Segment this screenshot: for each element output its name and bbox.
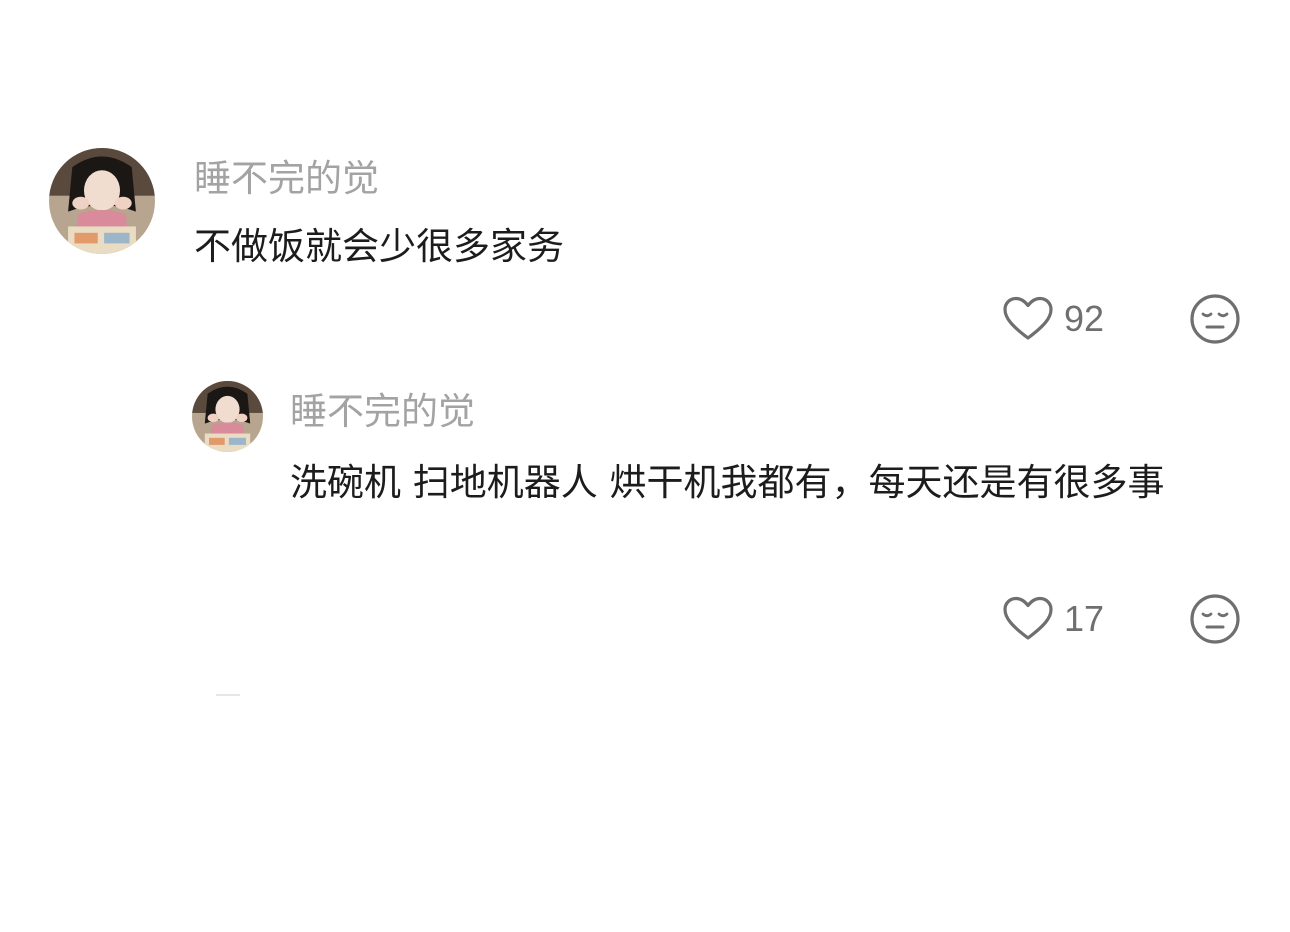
reply-username[interactable]: 睡不完的觉 — [290, 390, 475, 434]
heart-outline-icon[interactable] — [1002, 295, 1054, 343]
comment-username[interactable]: 睡不完的觉 — [194, 157, 379, 201]
like-count: 92 — [1064, 298, 1105, 339]
reply-text[interactable]: 洗碗机 扫地机器人 烘干机我都有，每天还是有很多事 — [290, 452, 1240, 514]
reply-like-button[interactable]: 17 — [1002, 593, 1104, 645]
comment-text[interactable]: 不做饭就会少很多家务 — [194, 216, 564, 278]
like-button[interactable]: 92 — [1002, 293, 1104, 345]
divider — [216, 694, 240, 696]
expressionless-face-icon[interactable] — [1189, 593, 1241, 645]
expressionless-face-icon[interactable] — [1189, 293, 1241, 345]
avatar[interactable] — [49, 148, 155, 254]
reply-like-count: 17 — [1064, 598, 1105, 639]
avatar-image — [192, 381, 263, 452]
reply-avatar[interactable] — [192, 381, 263, 452]
comment-thread: 睡不完的觉 不做饭就会少很多家务 92 睡不完的觉 洗碗机 扫地机器人 烘干机我… — [0, 0, 1290, 932]
avatar-image — [49, 148, 155, 254]
heart-outline-icon[interactable] — [1002, 595, 1054, 643]
